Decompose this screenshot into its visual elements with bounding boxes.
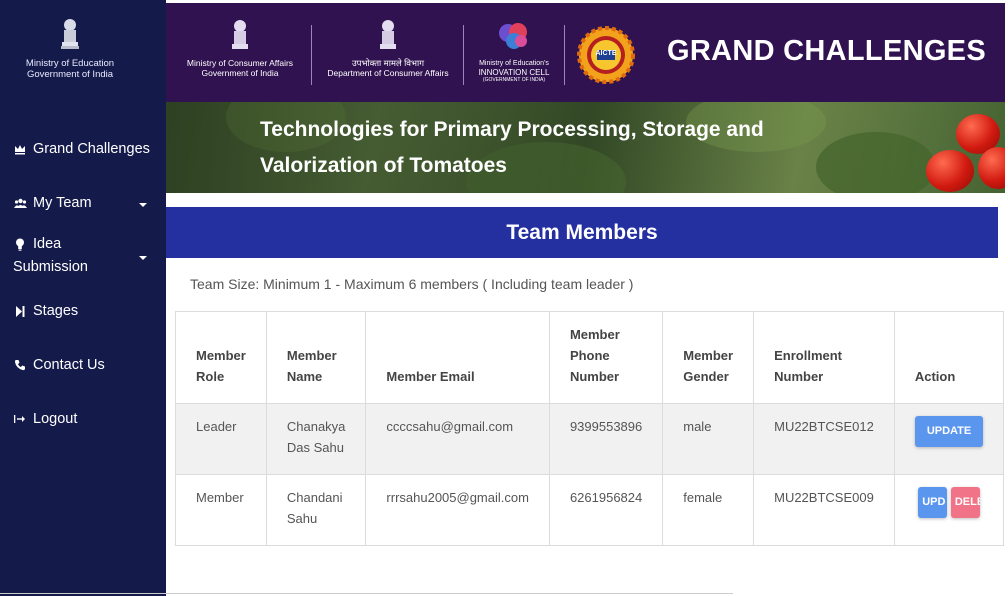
innovation-cell-logo: Ministry of Education's INNOVATION CELL … bbox=[469, 19, 559, 83]
cell-enrollment: MU22BTCSE012 bbox=[753, 403, 895, 475]
national-emblem-icon bbox=[232, 20, 248, 49]
logo2-line-1: उपभोक्ता मामले विभाग bbox=[351, 58, 424, 68]
aicte-logo: AICTE bbox=[577, 26, 635, 84]
cell-name: Chandani Sahu bbox=[265, 474, 367, 546]
sidebar-item-label: Logout bbox=[33, 411, 78, 427]
ministry-logo: Ministry of Education Government of Indi… bbox=[0, 18, 140, 80]
delete-button[interactable]: DELE bbox=[950, 487, 980, 518]
sidebar-item-logout[interactable]: Logout bbox=[13, 411, 153, 427]
column-header-phone: Member Phone Number bbox=[548, 311, 664, 404]
table-header-row: Member Role Member Name Member Email Membe… bbox=[175, 311, 1005, 404]
cell-action: UPD DELE bbox=[893, 474, 1005, 546]
cell-email: ccccsahu@gmail.com bbox=[365, 403, 550, 475]
brain-icon bbox=[499, 23, 527, 49]
sidebar-item-stages[interactable]: Stages bbox=[13, 303, 153, 319]
phone-icon bbox=[13, 358, 27, 372]
column-header-name: Member Name bbox=[265, 311, 367, 404]
cell-phone: 9399553896 bbox=[548, 403, 664, 475]
cell-name: Chanakya Das Sahu bbox=[265, 403, 367, 475]
logo3-line-3: (GOVERNMENT OF INDIA) bbox=[482, 77, 546, 83]
team-size-note: Team Size: Minimum 1 - Maximum 6 members… bbox=[190, 276, 634, 292]
update-button[interactable]: UPD bbox=[918, 487, 948, 518]
chevron-down-icon bbox=[139, 203, 147, 207]
cell-gender: female bbox=[662, 474, 755, 546]
team-members-table: Member Role Member Name Member Email Membe… bbox=[175, 311, 1005, 546]
sidebar: Ministry of Education Government of Indi… bbox=[0, 0, 166, 596]
cell-enrollment: MU22BTCSE009 bbox=[753, 474, 895, 546]
divider bbox=[463, 25, 464, 85]
sidebar-item-grand-challenges[interactable]: Grand Challenges bbox=[13, 141, 153, 157]
sidebar-item-label: Stages bbox=[33, 303, 79, 319]
consumer-affairs-logo: Ministry of Consumer Affairs Government … bbox=[180, 19, 300, 78]
cell-role: Member bbox=[175, 474, 267, 546]
column-header-role: Member Role bbox=[175, 311, 267, 404]
column-header-gender: Member Gender bbox=[662, 311, 755, 404]
sidebar-item-label: Grand Challenges bbox=[33, 141, 150, 157]
national-emblem-icon bbox=[380, 20, 396, 49]
sidebar-item-contact-us[interactable]: Contact Us bbox=[13, 357, 153, 373]
logo2-line-2: Department of Consumer Affairs bbox=[327, 68, 449, 78]
ministry-line-2: Government of India bbox=[26, 69, 114, 80]
department-logo: उपभोक्ता मामले विभाग Department of Consu… bbox=[318, 19, 458, 78]
logo3-line-1: Ministry of Education's bbox=[479, 60, 549, 67]
logo1-line-2: Government of India bbox=[201, 68, 279, 78]
divider bbox=[0, 593, 733, 594]
national-emblem-icon bbox=[61, 19, 79, 49]
sidebar-item-my-team[interactable]: My Team bbox=[13, 195, 153, 211]
sidebar-item-label: My Team bbox=[33, 195, 92, 211]
top-header: Ministry of Consumer Affairs Government … bbox=[166, 3, 1005, 102]
cell-email: rrrsahu2005@gmail.com bbox=[365, 474, 550, 546]
column-header-email: Member Email bbox=[365, 311, 550, 404]
ministry-line-1: Ministry of Education bbox=[25, 58, 115, 69]
challenge-banner: Technologies for Primary Processing, Sto… bbox=[166, 102, 1005, 193]
logo1-line-1: Ministry of Consumer Affairs bbox=[186, 58, 294, 68]
logout-icon bbox=[13, 412, 27, 426]
sidebar-item-label-line2: Submission bbox=[13, 259, 88, 275]
update-button[interactable]: UPDATE bbox=[914, 416, 984, 447]
challenge-title-line-2: Valorization of Tomatoes bbox=[260, 154, 507, 177]
cell-action: UPDATE bbox=[893, 403, 1005, 475]
cell-phone: 6261956824 bbox=[548, 474, 664, 546]
sidebar-item-label: Contact Us bbox=[33, 357, 105, 373]
logo3-line-2: INNOVATION CELL bbox=[478, 68, 550, 77]
cell-gender: male bbox=[662, 403, 755, 475]
column-header-action: Action bbox=[893, 311, 1005, 404]
cell-role: Leader bbox=[175, 403, 267, 475]
sidebar-item-label: Idea bbox=[33, 236, 62, 252]
divider bbox=[311, 25, 312, 85]
tomato-image bbox=[926, 150, 974, 192]
column-header-enrollment: Enrollment Number bbox=[753, 311, 895, 404]
chevron-down-icon bbox=[139, 256, 147, 260]
challenge-title-line-1: Technologies for Primary Processing, Sto… bbox=[260, 118, 764, 141]
aicte-text: AICTE bbox=[595, 50, 617, 57]
bulb-icon bbox=[13, 238, 27, 252]
team-members-heading: Team Members bbox=[166, 207, 998, 258]
table-row: Leader Chanakya Das Sahu ccccsahu@gmail.c… bbox=[175, 403, 1005, 475]
sidebar-item-idea-submission[interactable]: Idea Submission bbox=[13, 233, 153, 279]
challenge-title: Technologies for Primary Processing, Sto… bbox=[260, 112, 820, 184]
users-icon bbox=[13, 196, 27, 210]
page-title: GRAND CHALLENGES bbox=[667, 35, 986, 67]
crown-icon bbox=[13, 142, 27, 156]
table-row: Member Chandani Sahu rrrsahu2005@gmail.co… bbox=[175, 474, 1005, 546]
divider bbox=[564, 25, 565, 85]
step-forward-icon bbox=[13, 304, 27, 318]
